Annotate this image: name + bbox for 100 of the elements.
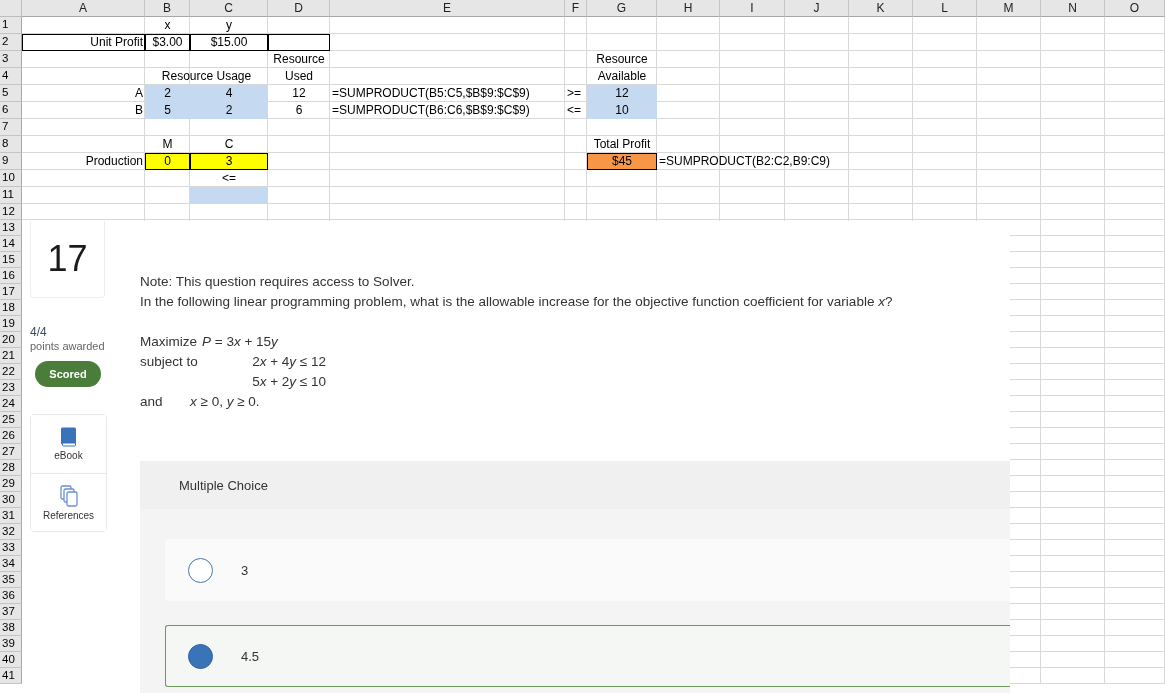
column-header[interactable]: E <box>330 0 565 17</box>
row-header[interactable]: 7 <box>0 119 22 136</box>
sheet-cell-text: =SUMPRODUCT(B6:C6,$B$9:$C$9) <box>331 102 531 119</box>
row-header[interactable]: 18 <box>0 300 22 316</box>
row-header[interactable]: 4 <box>0 68 22 85</box>
column-header[interactable]: N <box>1041 0 1105 17</box>
row-header[interactable]: 22 <box>0 364 22 380</box>
row-header[interactable]: 12 <box>0 204 22 220</box>
row-header[interactable]: 40 <box>0 652 22 668</box>
sheet-cell-text: y <box>225 17 233 34</box>
math-expression: 2x + 4y ≤ 12 <box>251 353 326 371</box>
row-header[interactable]: 37 <box>0 604 22 620</box>
column-header[interactable]: J <box>785 0 849 17</box>
answer-option[interactable]: 4.5 <box>165 625 1010 687</box>
math-expression: P = 3x + 15y <box>202 333 278 351</box>
problem-label: and <box>140 393 164 411</box>
score-text: 4/4 <box>30 325 48 339</box>
column-header[interactable]: K <box>849 0 913 17</box>
option-text: 4.5 <box>241 648 260 664</box>
column-header[interactable]: M <box>977 0 1041 17</box>
sheet-cell: $3.00 <box>145 34 190 51</box>
row-header[interactable]: 16 <box>0 268 22 284</box>
row-header[interactable]: 13 <box>0 220 22 236</box>
row-header[interactable]: 5 <box>0 85 22 102</box>
row-header[interactable]: 8 <box>0 136 22 153</box>
column-header[interactable]: C <box>190 0 268 17</box>
row-header[interactable]: 25 <box>0 412 22 428</box>
sheet-cell-text: Available <box>596 68 648 85</box>
row-header[interactable]: 21 <box>0 348 22 364</box>
column-header[interactable]: L <box>913 0 977 17</box>
sheet-cell: 2 <box>190 102 268 119</box>
sheet-cell: Unit Profit <box>22 34 145 51</box>
sheet-cell: 5 <box>145 102 190 119</box>
column-header[interactable]: G <box>587 0 657 17</box>
row-header[interactable]: 28 <box>0 460 22 476</box>
row-header[interactable]: 32 <box>0 524 22 540</box>
question-text: In the following linear programming problem, what is the allowable increase for the objective function coefficient for variable x? <box>140 293 894 311</box>
row-header[interactable]: 31 <box>0 508 22 524</box>
sheet-cell-text: Production <box>84 153 144 170</box>
column-header[interactable]: F <box>565 0 587 17</box>
row-header[interactable]: 41 <box>0 668 22 684</box>
sheet-cell-text: A <box>134 85 144 102</box>
row-header[interactable]: 11 <box>0 187 22 204</box>
sheet-cell-text: Resource <box>272 51 326 68</box>
row-header[interactable]: 1 <box>0 17 22 34</box>
book-icon <box>60 427 77 447</box>
row-header[interactable]: 36 <box>0 588 22 604</box>
sheet-cell-text: =SUMPRODUCT(B5:C5,$B$9:$C$9) <box>331 85 531 102</box>
row-header[interactable]: 26 <box>0 428 22 444</box>
radio-button[interactable] <box>188 557 213 583</box>
row-header[interactable]: 29 <box>0 476 22 492</box>
row-header[interactable]: 9 <box>0 153 22 170</box>
row-header[interactable]: 35 <box>0 572 22 588</box>
row-header[interactable]: 20 <box>0 332 22 348</box>
question-number: 17 <box>30 221 105 298</box>
row-header[interactable]: 3 <box>0 51 22 68</box>
row-header[interactable]: 15 <box>0 252 22 268</box>
answer-option[interactable]: 3 <box>165 539 1010 601</box>
row-header[interactable]: 34 <box>0 556 22 572</box>
note-text: Note: This question requires access to Solver. <box>140 273 416 291</box>
sheet-cell-text: =SUMPRODUCT(B2:C2,B9:C9) <box>658 153 832 170</box>
row-header[interactable]: 30 <box>0 492 22 508</box>
row-header[interactable]: 10 <box>0 170 22 187</box>
row-header[interactable]: 27 <box>0 444 22 460</box>
math-expression: 5x + 2y ≤ 10 <box>251 373 326 391</box>
column-header[interactable]: B <box>145 0 190 17</box>
problem-label: Maximize <box>140 333 197 351</box>
sheet-cell: 2 <box>145 85 190 102</box>
sheet-cell-text: Total Profit <box>592 136 652 153</box>
row-header[interactable]: 6 <box>0 102 22 119</box>
math-expression: x ≥ 0, y ≥ 0. <box>190 393 260 411</box>
sheet-cell-text: Resource <box>595 51 649 68</box>
sheet-cell-text: 12 <box>291 85 307 102</box>
row-header[interactable]: 14 <box>0 236 22 252</box>
row-header[interactable]: 23 <box>0 380 22 396</box>
row-header[interactable]: 38 <box>0 620 22 636</box>
sheet-cell-text: >= <box>566 85 582 102</box>
column-header[interactable]: A <box>22 0 145 17</box>
score-caption: points awarded <box>30 340 106 352</box>
sheet-cell-text: Used <box>284 68 314 85</box>
row-header[interactable]: 39 <box>0 636 22 652</box>
row-header[interactable]: 33 <box>0 540 22 556</box>
tool-button[interactable]: References <box>31 473 106 531</box>
status-badge: Scored <box>35 361 101 387</box>
sheet-cell-text: C <box>223 136 235 153</box>
row-header[interactable]: 19 <box>0 316 22 332</box>
sheet-cell: $45 <box>587 153 657 170</box>
column-header[interactable]: O <box>1105 0 1165 17</box>
sheet-cell: 3 <box>190 153 268 170</box>
column-header[interactable]: H <box>657 0 720 17</box>
sheet-cell: 12 <box>587 85 657 102</box>
sheet-cell-text: 6 <box>294 102 304 119</box>
radio-button[interactable] <box>188 643 213 669</box>
row-header[interactable]: 2 <box>0 34 22 51</box>
column-header[interactable]: I <box>720 0 785 17</box>
row-header[interactable]: 24 <box>0 396 22 412</box>
column-header[interactable]: D <box>268 0 330 17</box>
row-header[interactable]: 17 <box>0 284 22 300</box>
answer-type: Multiple Choice <box>179 477 268 493</box>
sheet-cell-text: <= <box>221 170 237 187</box>
